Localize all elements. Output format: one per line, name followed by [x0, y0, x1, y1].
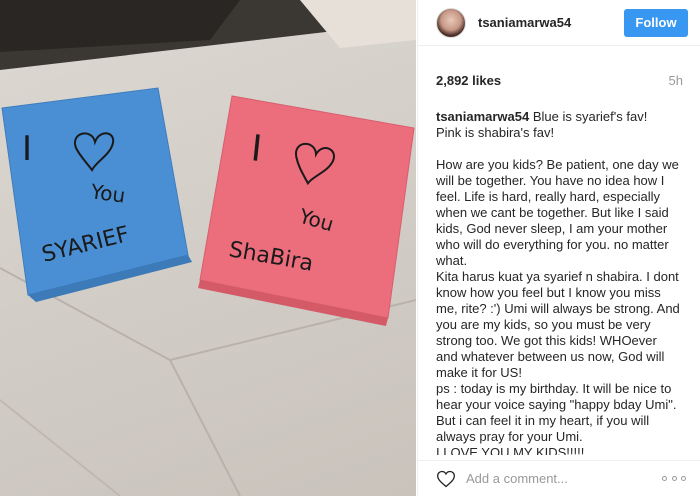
post-time[interactable]: 5h: [669, 73, 683, 88]
likes-count[interactable]: 2,892 likes: [436, 73, 501, 88]
post-stats: 2,892 likes 5h: [418, 60, 700, 100]
more-options-icon[interactable]: [662, 475, 686, 482]
avatar[interactable]: [436, 7, 466, 38]
post-photo[interactable]: I You SYARIEF I You ShaBira: [0, 0, 416, 496]
username-link[interactable]: tsaniamarwa54: [478, 15, 624, 30]
post-caption: tsaniamarwa54 Blue is syarief's fav! Pin…: [418, 100, 700, 455]
blue-card: I You SYARIEF: [1, 87, 192, 302]
comment-bar: [418, 460, 700, 496]
tile-seam: [169, 359, 241, 496]
caption-text: Blue is syarief's fav! Pink is shabira's…: [436, 109, 680, 455]
caption-username[interactable]: tsaniamarwa54: [436, 109, 529, 124]
comment-input[interactable]: [466, 471, 662, 486]
pink-card: I You ShaBira: [198, 95, 415, 326]
more-dot: [671, 475, 677, 481]
blue-card-text-i: I: [22, 129, 32, 169]
blue-card-text-you: You: [88, 179, 126, 208]
follow-button[interactable]: Follow: [624, 8, 688, 37]
post-header: tsaniamarwa54 Follow: [418, 0, 700, 46]
more-dot: [681, 475, 686, 481]
tile-seam: [0, 399, 121, 496]
more-dot: [662, 475, 667, 481]
heart-outline-icon[interactable]: [436, 469, 456, 489]
post-sidebar: tsaniamarwa54 Follow 2,892 likes 5h tsan…: [417, 0, 700, 496]
photo-scene: I You SYARIEF I You ShaBira: [0, 0, 416, 496]
